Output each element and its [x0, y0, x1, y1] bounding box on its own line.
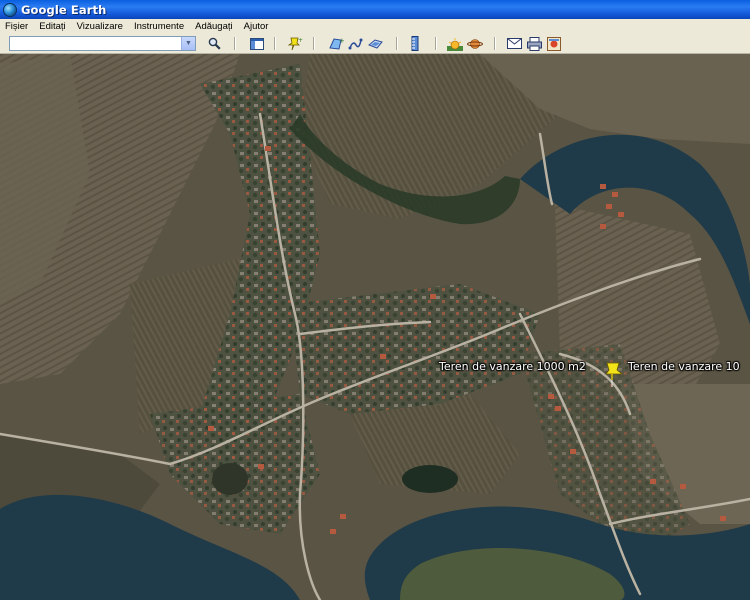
placemark-icon: + — [287, 37, 303, 50]
toolbar-separator — [396, 37, 397, 50]
overlay-button[interactable] — [368, 36, 384, 51]
search-button[interactable] — [206, 36, 222, 51]
house — [606, 204, 612, 209]
menu-bar: Fișier Editați Vizualizare Instrumente A… — [0, 19, 750, 34]
map-view[interactable]: Teren de vanzare 1000 m2 Teren de vanzar… — [0, 54, 750, 600]
placemark-label[interactable]: Teren de vanzare 1000 m2 — [439, 360, 586, 373]
search-input[interactable] — [10, 40, 178, 54]
ruler-button[interactable] — [407, 36, 423, 51]
sidebar-icon — [250, 37, 264, 50]
polygon-button[interactable]: + — [328, 36, 344, 51]
path-icon — [348, 38, 363, 49]
house — [380, 354, 386, 359]
ruler-icon — [411, 36, 419, 51]
menu-add[interactable]: Adăugați — [190, 21, 239, 32]
house — [548, 394, 554, 399]
google-earth-icon — [3, 2, 17, 17]
planets-icon — [467, 38, 483, 49]
house — [265, 146, 271, 151]
toolbar: ▼ + + — [0, 34, 750, 54]
menu-view[interactable]: Vizualizare — [72, 21, 129, 32]
house — [680, 484, 686, 489]
house — [430, 294, 436, 299]
house — [570, 449, 576, 454]
planets-button[interactable] — [467, 36, 483, 51]
sun-icon — [447, 37, 463, 51]
toolbar-separator — [313, 37, 314, 50]
path-button[interactable] — [348, 36, 364, 51]
google-maps-icon — [547, 36, 561, 51]
house — [555, 406, 561, 411]
menu-tools[interactable]: Instrumente — [129, 21, 190, 32]
house — [208, 426, 214, 431]
menu-edit[interactable]: Editați — [34, 21, 71, 32]
sidebar-button[interactable] — [249, 36, 265, 51]
pond — [402, 465, 458, 493]
toolbar-separator — [435, 37, 436, 50]
house — [600, 184, 606, 189]
toolbar-separator — [494, 37, 495, 50]
satellite-imagery[interactable] — [0, 54, 750, 600]
svg-text:+: + — [339, 37, 344, 45]
house — [720, 516, 726, 521]
search-combobox[interactable]: ▼ — [9, 36, 196, 54]
toolbar-separator — [274, 37, 275, 50]
house — [600, 224, 606, 229]
house — [340, 514, 346, 519]
search-icon — [208, 37, 221, 50]
email-button[interactable] — [506, 36, 522, 51]
chevron-down-icon[interactable]: ▼ — [181, 37, 195, 50]
print-icon — [526, 36, 542, 51]
overlay-icon — [368, 38, 383, 49]
house — [650, 479, 656, 484]
placemark-button[interactable]: + — [287, 36, 303, 51]
placemark-label[interactable]: Teren de vanzare 10 — [628, 360, 740, 373]
print-button[interactable] — [526, 36, 542, 51]
google-maps-button[interactable] — [546, 36, 562, 51]
house — [612, 192, 618, 197]
tree-clump — [212, 463, 248, 495]
toolbar-separator — [234, 37, 235, 50]
sunlight-button[interactable] — [447, 36, 463, 51]
email-icon — [506, 38, 522, 49]
window-title: Google Earth — [21, 2, 107, 17]
title-bar[interactable]: Google Earth — [0, 0, 750, 19]
menu-help[interactable]: Ajutor — [239, 21, 275, 32]
polygon-icon: + — [329, 37, 344, 50]
menu-file[interactable]: Fișier — [0, 21, 34, 32]
house — [258, 464, 264, 469]
house — [330, 529, 336, 534]
svg-text:+: + — [298, 37, 303, 44]
house — [618, 212, 624, 217]
